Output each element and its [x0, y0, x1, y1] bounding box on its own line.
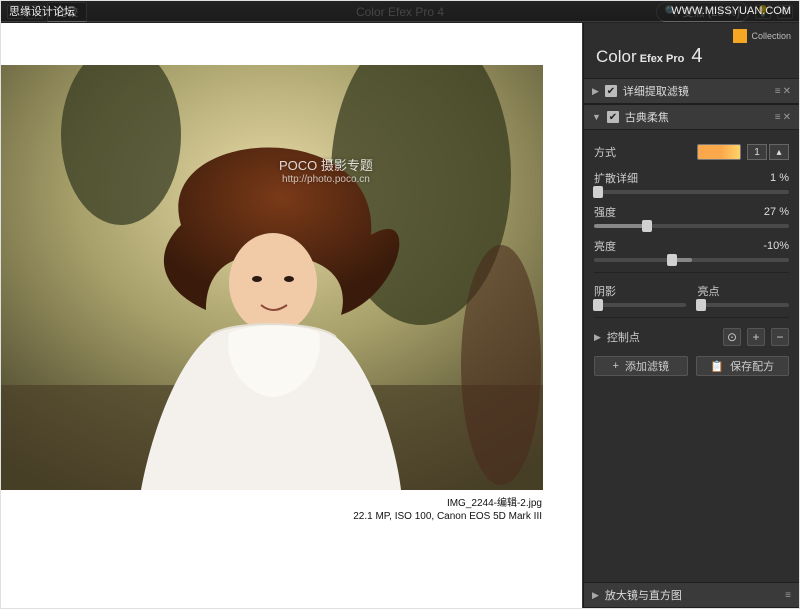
canvas-area: POCO 摄影专题 http://photo.poco.cn IMG_2244-…: [1, 23, 582, 608]
image-caption: IMG_2244-编辑-2.jpg 22.1 MP, ISO 100, Cano…: [353, 497, 542, 523]
control-points-label: 控制点: [607, 329, 640, 345]
save-icon: 📋: [710, 360, 724, 373]
filter-enable-checkbox[interactable]: ✔: [605, 85, 617, 97]
filter-enable-checkbox[interactable]: ✔: [607, 111, 619, 123]
loupe-histogram-label: 放大镜与直方图: [605, 587, 682, 603]
watermark-left: 思缘设计论坛: [9, 3, 75, 19]
chevron-right-icon: ▶: [592, 86, 599, 97]
highlight-slider[interactable]: [698, 303, 790, 307]
right-panel: Collection Color Efex Pro 4 ▶ ✔ 详细提取滤镜 ≡…: [583, 23, 799, 608]
plus-icon: +: [613, 360, 619, 372]
nik-collection-badge: Collection: [733, 29, 791, 43]
method-preview-swatch[interactable]: [697, 144, 741, 160]
diffuse-label: 扩散详细: [594, 170, 638, 186]
control-point-plus-button[interactable]: +: [747, 328, 765, 346]
shadow-label: 阴影: [594, 283, 686, 299]
save-recipe-button[interactable]: 📋保存配方: [696, 356, 790, 376]
strength-label: 强度: [594, 204, 616, 220]
filename-label: IMG_2244-编辑-2.jpg: [353, 497, 542, 510]
filter-section-detail-extract[interactable]: ▶ ✔ 详细提取滤镜 ≡✕: [584, 78, 799, 104]
filter-label: 古典柔焦: [625, 109, 669, 125]
filter-close-icon[interactable]: ✕: [783, 86, 791, 97]
method-value[interactable]: 1: [747, 144, 767, 160]
brightness-value: -10%: [763, 240, 789, 252]
filter-section-classic-soft[interactable]: ▼ ✔ 古典柔焦 ≡✕: [584, 104, 799, 130]
filter-menu-icon[interactable]: ≡: [775, 112, 781, 123]
loupe-histogram-section[interactable]: ▶ 放大镜与直方图 ≡: [584, 582, 799, 608]
photo-watermark: POCO 摄影专题 http://photo.poco.cn: [279, 155, 373, 185]
filter-close-icon[interactable]: ✕: [783, 112, 791, 123]
brightness-label: 亮度: [594, 238, 616, 254]
diffuse-value: 1 %: [770, 172, 789, 184]
filter-menu-icon[interactable]: ≡: [775, 86, 781, 97]
photo-preview[interactable]: POCO 摄影专题 http://photo.poco.cn: [1, 65, 543, 490]
chevron-right-icon[interactable]: ▶: [594, 332, 601, 343]
add-control-point-icon[interactable]: ⊙: [723, 328, 741, 346]
brightness-slider[interactable]: [594, 258, 789, 262]
shadow-slider[interactable]: [594, 303, 686, 307]
control-point-minus-button[interactable]: −: [771, 328, 789, 346]
external-watermark: 思缘设计论坛 WWW.MISSYUAN.COM: [1, 1, 799, 21]
chevron-right-icon: ▶: [592, 590, 599, 601]
method-label: 方式: [594, 144, 616, 160]
chevron-down-icon: ▼: [592, 112, 601, 122]
method-step-up-icon[interactable]: ▴: [769, 144, 789, 160]
highlight-label: 亮点: [698, 283, 790, 299]
filter-label: 详细提取滤镜: [623, 83, 689, 99]
watermark-right: WWW.MISSYUAN.COM: [671, 5, 791, 17]
meta-label: 22.1 MP, ISO 100, Canon EOS 5D Mark III: [353, 510, 542, 523]
strength-value: 27 %: [764, 206, 789, 218]
diffuse-slider[interactable]: [594, 190, 789, 194]
section-menu-icon[interactable]: ≡: [785, 590, 791, 601]
add-filter-button[interactable]: +添加滤镜: [594, 356, 688, 376]
nik-logo-icon: [733, 29, 747, 43]
strength-slider[interactable]: [594, 224, 789, 228]
